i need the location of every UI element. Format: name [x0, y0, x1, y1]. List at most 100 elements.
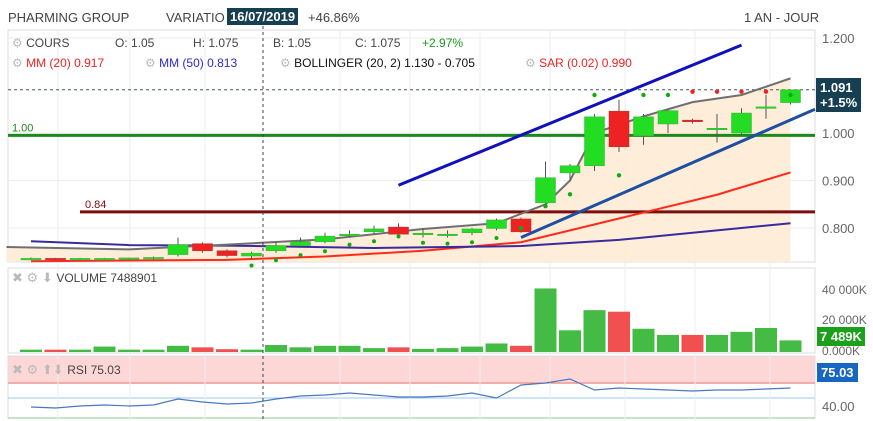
- close-value: C: 1.075: [355, 36, 401, 50]
- candle-up: [535, 177, 556, 204]
- volume-bar: [69, 349, 91, 352]
- candle-down: [608, 110, 630, 148]
- horizontal-level-label: 0.84: [85, 199, 106, 211]
- close-icon[interactable]: ✖: [12, 362, 23, 377]
- sar-dot: [494, 235, 499, 240]
- mm20-label: MM (20) 0.917: [26, 56, 105, 70]
- candle-up: [461, 228, 483, 233]
- volume-tick-label: 40 000K: [822, 283, 867, 297]
- volume-bar: [240, 349, 263, 352]
- volume-bar: [363, 348, 385, 352]
- candle-up: [339, 233, 360, 236]
- candle-down: [682, 119, 703, 122]
- candle-up: [584, 116, 605, 167]
- volume-bar: [338, 345, 361, 352]
- volume-bar: [142, 349, 165, 352]
- arrow-down-icon[interactable]: ⬇: [53, 362, 64, 377]
- low-value: B: 1.05: [273, 36, 312, 50]
- candle-up: [633, 116, 654, 137]
- y-tick-label: 1.200: [822, 31, 855, 46]
- volume-bar: [289, 347, 312, 352]
- sar-label: SAR (0.02) 0.990: [539, 56, 632, 70]
- sar-dot: [249, 263, 254, 268]
- last-price: 1.091: [820, 80, 853, 95]
- volume-bar: [44, 349, 67, 352]
- sar-dot: [347, 242, 352, 247]
- volume-bar: [706, 334, 728, 352]
- candle-up: [755, 106, 777, 109]
- candle-down: [388, 226, 409, 235]
- y-tick-label: 0.900: [822, 174, 855, 189]
- candle-up: [412, 232, 434, 235]
- gear-icon[interactable]: ⚙: [27, 362, 39, 377]
- candle-up: [69, 258, 91, 261]
- sar-dot: [543, 203, 548, 209]
- volume-bar: [436, 348, 459, 352]
- sar-dot: [298, 253, 303, 258]
- candle-up: [20, 258, 42, 261]
- volume-label: VOLUME 7488901: [56, 271, 158, 285]
- volume-bar: [412, 348, 434, 352]
- sar-dot: [616, 173, 622, 178]
- gear-icon[interactable]: ⚙: [145, 56, 156, 70]
- volume-bar: [20, 349, 42, 352]
- y-tick-label: 0.800: [822, 221, 855, 236]
- gear-icon[interactable]: ⚙: [12, 36, 23, 50]
- gear-icon[interactable]: ⚙: [525, 56, 536, 70]
- candle-up: [731, 112, 752, 134]
- candle-up: [363, 228, 385, 233]
- candle-up: [118, 257, 140, 260]
- sar-dot: [714, 89, 720, 94]
- sar-dot: [641, 92, 646, 98]
- rsi-tag: 75.03: [817, 363, 858, 382]
- sar-dot: [518, 225, 524, 231]
- arrow-up-icon[interactable]: ⬆: [42, 362, 53, 377]
- volume-bar: [93, 346, 116, 352]
- rsi-label: RSI 75.03: [67, 363, 121, 377]
- horizontal-level-label: 1.00: [12, 122, 33, 134]
- sar-dot: [274, 258, 278, 263]
- candle-up: [94, 258, 115, 261]
- volume-bar: [216, 349, 238, 352]
- candle-up: [167, 244, 189, 255]
- candle-down: [45, 258, 66, 261]
- arrow-down-icon[interactable]: ⬇: [42, 270, 53, 285]
- gear-icon[interactable]: ⚙: [12, 56, 23, 70]
- volume-bar: [559, 330, 581, 352]
- last-price-tag: 1.091 +1.5%: [816, 78, 862, 112]
- sar-dot: [665, 92, 671, 98]
- sar-dot: [690, 89, 695, 94]
- gear-icon[interactable]: ⚙: [27, 270, 39, 285]
- candle-up: [314, 235, 336, 243]
- candle-up: [559, 165, 581, 174]
- candle-up: [290, 241, 311, 246]
- close-icon[interactable]: ✖: [12, 270, 23, 285]
- candle-down: [192, 243, 213, 252]
- last-change: +1.5%: [820, 95, 858, 110]
- sar-dot: [421, 240, 425, 245]
- volume-bar: [681, 334, 704, 352]
- volume-bar: [608, 311, 630, 352]
- volume-bar: [265, 345, 287, 352]
- candle-up: [437, 233, 458, 236]
- volume-bar: [534, 288, 557, 352]
- y-tick-label: 1.000: [822, 126, 855, 141]
- volume-bar: [510, 345, 532, 352]
- volume-bar: [314, 345, 336, 352]
- candle-up: [486, 219, 507, 229]
- gear-icon[interactable]: ⚙: [280, 56, 291, 70]
- volume-tick-label: 20 000K: [822, 313, 867, 327]
- volume-bar: [191, 347, 214, 352]
- sar-dot: [396, 234, 401, 239]
- volume-bar: [118, 349, 140, 352]
- sar-dot: [372, 239, 376, 244]
- volume-bar: [387, 347, 410, 352]
- rsi-overbought-zone: [8, 356, 815, 384]
- sar-dot: [788, 92, 793, 98]
- candle-up: [657, 110, 679, 125]
- volume-bar: [461, 346, 483, 352]
- sar-dot: [323, 249, 327, 254]
- rsi-tick-label: 40.00: [822, 399, 855, 414]
- volume-tick-label: 0.000K: [822, 344, 860, 358]
- volume-bar: [779, 340, 802, 352]
